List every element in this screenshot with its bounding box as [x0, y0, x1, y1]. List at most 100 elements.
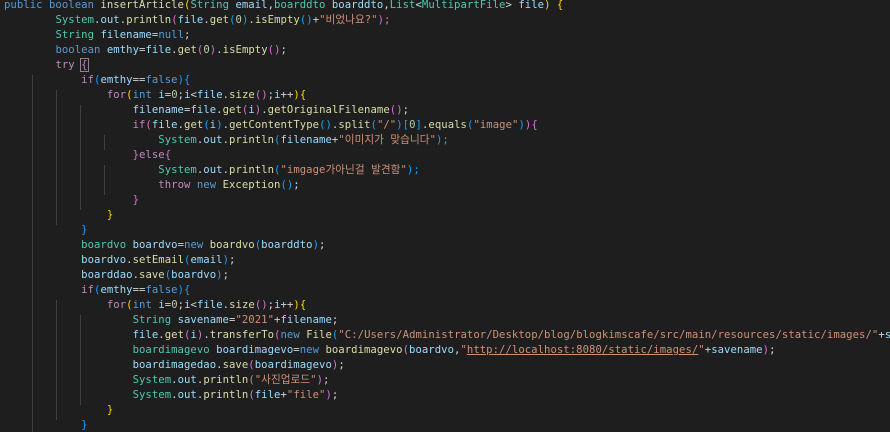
code-line[interactable]: boardvo boardvo=new boardvo(boarddto); [4, 238, 325, 253]
code-token: == [132, 74, 146, 86]
code-token: new [280, 329, 307, 341]
code-line[interactable]: try { [4, 58, 89, 73]
code-token: String [132, 314, 178, 326]
code-token: boardvo [81, 239, 133, 251]
code-token: savename [884, 329, 890, 341]
code-token: ); [436, 134, 449, 146]
code-token: ; [331, 314, 339, 326]
code-token: filename [280, 134, 332, 146]
code-token: filename [280, 314, 332, 326]
code-token: boarddao [81, 269, 133, 281]
code-line[interactable]: System.out.println("사진업로드"); [4, 373, 330, 388]
code-line[interactable]: if(file.get(i).getContentType().split("/… [4, 118, 538, 133]
code-token: emthy [100, 74, 133, 86]
code-token: ; [402, 104, 410, 116]
code-token: MultipartFile [421, 0, 506, 11]
code-token: ; [293, 179, 300, 191]
code-token: file [151, 119, 178, 131]
code-line[interactable]: filename=file.get(i).getOriginalFilename… [4, 103, 409, 118]
code-token: size [229, 89, 255, 101]
code-token: int [132, 89, 159, 101]
code-token: if [81, 74, 94, 86]
code-token: boarddto [331, 0, 384, 11]
code-line[interactable]: System.out.println(file.get(0).isEmpty()… [4, 13, 390, 28]
code-line[interactable]: String filename=null; [4, 28, 190, 43]
code-line[interactable]: } [4, 193, 139, 208]
code-line[interactable]: System.out.println(file+"file"); [4, 388, 339, 403]
code-line[interactable]: String savename="2021"+filename; [4, 313, 339, 328]
code-token: boardimagedao [132, 359, 217, 371]
code-token: ; [184, 29, 191, 41]
code-line[interactable]: } [4, 208, 113, 223]
code-token: System [158, 164, 197, 176]
code-line[interactable]: } [4, 418, 88, 432]
code-line[interactable]: boarddao.save(boardvo); [4, 268, 229, 283]
code-token: false [145, 74, 178, 86]
code-token: File [306, 329, 332, 341]
code-token: boardimagevo [325, 344, 403, 356]
code-token: () [267, 44, 281, 56]
code-token: out [177, 389, 197, 401]
code-token: get [184, 119, 204, 131]
code-token: new [299, 344, 326, 356]
code-line[interactable]: System.out.println(filename+"이미지가 맞습니다")… [4, 133, 449, 148]
code-token: { [299, 89, 307, 101]
code-token: ; [222, 269, 230, 281]
code-line[interactable]: if(emthy==false){ [4, 283, 190, 298]
code-token: file [196, 89, 223, 101]
code-token: "이미지가 맞습니다" [338, 134, 436, 146]
code-line[interactable]: } [4, 403, 113, 418]
code-token: int [132, 299, 159, 311]
code-token: filename [132, 104, 184, 116]
code-line[interactable]: } [4, 223, 88, 238]
code-token: file [254, 389, 281, 401]
code-token: file [132, 329, 159, 341]
code-line[interactable]: file.get(i).transferTo(new File("C:/User… [4, 328, 890, 343]
code-token: savename [711, 344, 763, 356]
code-token: boardimagevo [254, 359, 332, 371]
code-token: System [132, 389, 172, 401]
code-line[interactable]: for(int i=0;i<file.size();i++){ [4, 88, 306, 103]
code-token: public boolean [4, 0, 101, 11]
code-line[interactable]: boardvo.setEmail(email); [4, 253, 235, 268]
code-token: out [100, 14, 120, 26]
code-token: false [145, 284, 178, 296]
code-token: try [55, 59, 82, 71]
code-token: () [299, 14, 313, 26]
code-token: { [80, 58, 89, 72]
code-token: String [55, 29, 101, 41]
code-line[interactable]: boardimagevo boardimagevo=new boardimage… [4, 343, 776, 358]
code-token: { [531, 119, 538, 131]
code-line[interactable]: boardimagedao.save(boardimagevo); [4, 358, 345, 373]
code-line[interactable]: for(int i=0;i<file.size();i++){ [4, 298, 306, 313]
code-token: ++ [280, 299, 294, 311]
code-token: Exception [222, 179, 281, 191]
code-token: null [158, 29, 185, 41]
code-line[interactable]: if(emthy==false){ [4, 73, 190, 88]
code-editor[interactable]: public boolean insertArticle(String emai… [0, 0, 890, 432]
code-token: boolean [55, 44, 107, 56]
code-line[interactable]: public boolean insertArticle(String emai… [4, 0, 563, 13]
code-token: boarddto [261, 239, 313, 251]
code-line[interactable]: }else{ [4, 148, 172, 163]
code-line[interactable]: boolean emthy=file.get(0).isEmpty(); [4, 43, 287, 58]
code-token: if [81, 284, 94, 296]
code-line[interactable]: throw new Exception(); [4, 178, 300, 193]
code-token: out [203, 164, 223, 176]
code-token: } [106, 209, 114, 221]
code-token: ; [280, 44, 287, 56]
code-line[interactable]: System.out.println("imgage가아닌걸 발견함"); [4, 163, 420, 178]
code-token: String [190, 0, 236, 11]
code-token: { [184, 284, 191, 296]
code-token: size [229, 299, 255, 311]
code-token: println [126, 14, 172, 26]
code-token: get [209, 14, 230, 26]
code-token: boarddto [274, 0, 332, 11]
